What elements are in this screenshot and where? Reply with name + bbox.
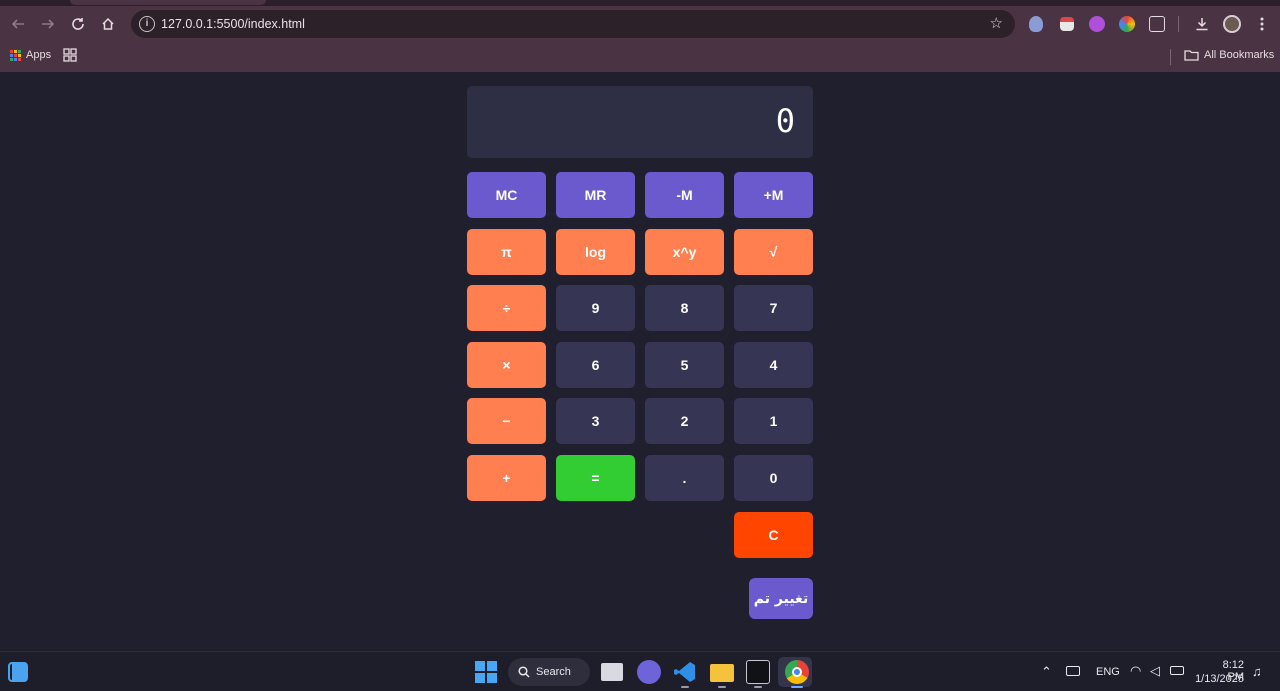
tab-groups-button[interactable] [63, 48, 77, 62]
extensions-puzzle-icon[interactable] [1149, 16, 1165, 32]
memory-clear-button[interactable]: MC [467, 172, 546, 218]
back-button[interactable] [4, 10, 32, 38]
digit-3-button[interactable]: 3 [556, 398, 635, 444]
search-label: Search [536, 666, 571, 678]
chrome-icon[interactable] [785, 660, 809, 684]
address-bar[interactable]: i 127.0.0.1:5500/index.html ☆ [131, 10, 1015, 38]
digit-9-button[interactable]: 9 [556, 285, 635, 331]
digit-4-button[interactable]: 4 [734, 342, 813, 388]
taskbar-search[interactable]: Search [508, 658, 590, 686]
running-indicator [754, 686, 762, 688]
clear-button[interactable]: C [734, 512, 813, 558]
folder-icon [1184, 50, 1199, 61]
browser-toolbar: i 127.0.0.1:5500/index.html ☆ [0, 6, 1280, 42]
apps-label: Apps [26, 49, 52, 61]
reload-button[interactable] [64, 10, 92, 38]
apps-grid-icon [10, 49, 21, 61]
memory-subtract-button[interactable]: -M [645, 172, 724, 218]
wifi-icon[interactable]: ◠ [1130, 663, 1141, 679]
home-icon [102, 17, 114, 30]
running-indicator [681, 686, 689, 688]
log-button[interactable]: log [556, 229, 635, 275]
calendar-extension-icon[interactable] [1060, 17, 1074, 31]
grid-icon [63, 48, 77, 62]
search-icon [518, 666, 530, 678]
touch-keyboard-icon[interactable] [1066, 666, 1080, 676]
shield-extension-icon[interactable] [1029, 16, 1043, 32]
volume-icon[interactable]: ◁ [1150, 663, 1160, 679]
bookmark-star-icon[interactable]: ☆ [990, 14, 1003, 32]
clock-date[interactable]: 1/13/2025 [1194, 673, 1244, 685]
pi-button[interactable]: π [467, 229, 546, 275]
all-bookmarks-label: All Bookmarks [1204, 49, 1275, 61]
terminal-icon[interactable] [746, 660, 770, 684]
decimal-button[interactable]: . [645, 455, 724, 501]
memory-add-button[interactable]: +M [734, 172, 813, 218]
running-indicator [718, 686, 726, 688]
digit-2-button[interactable]: 2 [645, 398, 724, 444]
color-extension-icon[interactable] [1119, 16, 1135, 32]
browser-menu-button[interactable] [1248, 10, 1276, 38]
arrow-left-icon [11, 19, 24, 29]
widgets-icon[interactable] [8, 662, 28, 682]
digit-5-button[interactable]: 5 [645, 342, 724, 388]
reload-icon [72, 18, 84, 30]
arrow-right-icon [42, 19, 55, 29]
divide-button[interactable]: ÷ [467, 285, 546, 331]
sqrt-button[interactable]: √ [734, 229, 813, 275]
download-icon [1196, 18, 1208, 31]
profile-avatar[interactable] [1223, 15, 1241, 33]
power-button[interactable]: x^y [645, 229, 724, 275]
forward-button[interactable] [34, 10, 62, 38]
bookmarks-divider [1170, 49, 1171, 65]
taskbar: Search ⌃ ENG ◠ ◁ 8:12 PM 1/13/2025 ♫ [0, 651, 1280, 691]
subtract-button[interactable]: − [467, 398, 546, 444]
bookmarks-bar: Apps All Bookmarks [0, 42, 1280, 72]
battery-icon[interactable] [1170, 666, 1184, 675]
multiply-button[interactable]: × [467, 342, 546, 388]
vscode-icon[interactable] [673, 660, 697, 684]
windows-logo-icon [475, 661, 485, 671]
input-language[interactable]: ENG [1096, 666, 1120, 678]
start-button[interactable] [475, 661, 497, 683]
downloads-button[interactable] [1188, 10, 1216, 38]
more-vertical-icon [1260, 17, 1264, 31]
digit-0-button[interactable]: 0 [734, 455, 813, 501]
memory-recall-button[interactable]: MR [556, 172, 635, 218]
change-theme-button[interactable]: تغییر تم [749, 578, 813, 619]
chat-app-icon[interactable] [637, 660, 661, 684]
active-tab[interactable] [70, 0, 266, 5]
chevron-up-icon[interactable]: ⌃ [1041, 664, 1052, 680]
apps-bookmark[interactable]: Apps [10, 49, 51, 61]
home-button[interactable] [94, 10, 122, 38]
address-url[interactable]: 127.0.0.1:5500/index.html [161, 17, 305, 31]
digit-1-button[interactable]: 1 [734, 398, 813, 444]
digit-8-button[interactable]: 8 [645, 285, 724, 331]
site-info-icon[interactable]: i [139, 16, 155, 32]
all-bookmarks-button[interactable]: All Bookmarks [1184, 49, 1274, 61]
equals-button[interactable]: = [556, 455, 635, 501]
add-button[interactable]: + [467, 455, 546, 501]
file-explorer-icon[interactable] [710, 664, 734, 682]
task-view-icon[interactable] [601, 663, 623, 681]
brain-extension-icon[interactable] [1089, 16, 1105, 32]
calculator-display: 0 [467, 86, 813, 158]
running-indicator [791, 686, 803, 688]
notification-bell-icon[interactable]: ♫ [1252, 664, 1262, 679]
toolbar-divider [1178, 16, 1179, 32]
digit-6-button[interactable]: 6 [556, 342, 635, 388]
digit-7-button[interactable]: 7 [734, 285, 813, 331]
